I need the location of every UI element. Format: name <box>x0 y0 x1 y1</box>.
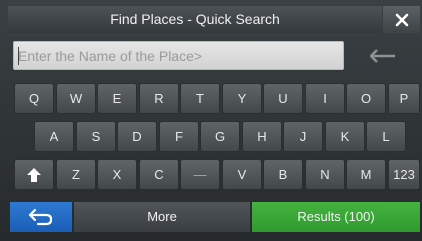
quick-search-screen: Find Places - Quick Search Q W E R T Y U… <box>0 0 422 241</box>
shift-arrow-icon <box>27 167 41 182</box>
close-button[interactable] <box>383 6 420 33</box>
key-n[interactable]: N <box>305 159 345 190</box>
search-input[interactable] <box>13 41 344 70</box>
key-l[interactable]: L <box>366 121 406 152</box>
results-button[interactable]: Results (100) <box>252 202 420 232</box>
key-a[interactable]: A <box>34 121 74 152</box>
key-d[interactable]: D <box>117 121 157 152</box>
key-z[interactable]: Z <box>56 159 96 190</box>
key-u[interactable]: U <box>263 83 303 114</box>
key-r[interactable]: R <box>139 83 179 114</box>
key-e[interactable]: E <box>97 83 137 114</box>
space-key[interactable]: — <box>180 159 220 190</box>
more-button[interactable]: More <box>74 202 250 232</box>
key-g[interactable]: G <box>200 121 240 152</box>
key-k[interactable]: K <box>325 121 365 152</box>
window-title: Find Places - Quick Search <box>8 6 382 33</box>
key-c[interactable]: C <box>139 159 179 190</box>
shift-key[interactable] <box>14 159 54 190</box>
key-m[interactable]: M <box>346 159 386 190</box>
key-v[interactable]: V <box>222 159 262 190</box>
key-w[interactable]: W <box>56 83 96 114</box>
numbers-key[interactable]: 123 <box>388 159 420 190</box>
key-x[interactable]: X <box>97 159 137 190</box>
key-q[interactable]: Q <box>14 83 54 114</box>
close-icon <box>395 13 408 26</box>
key-s[interactable]: S <box>76 121 116 152</box>
key-b[interactable]: B <box>263 159 303 190</box>
back-button[interactable] <box>10 202 72 232</box>
key-f[interactable]: F <box>159 121 199 152</box>
key-h[interactable]: H <box>242 121 282 152</box>
key-y[interactable]: Y <box>222 83 262 114</box>
backspace-button[interactable] <box>353 41 413 70</box>
backspace-arrow-icon <box>370 48 395 63</box>
back-arrow-icon <box>28 208 53 226</box>
key-t[interactable]: T <box>180 83 220 114</box>
key-i[interactable]: I <box>305 83 345 114</box>
key-j[interactable]: J <box>283 121 323 152</box>
key-p[interactable]: P <box>388 83 420 114</box>
key-o[interactable]: O <box>346 83 386 114</box>
text-cursor <box>18 47 19 65</box>
